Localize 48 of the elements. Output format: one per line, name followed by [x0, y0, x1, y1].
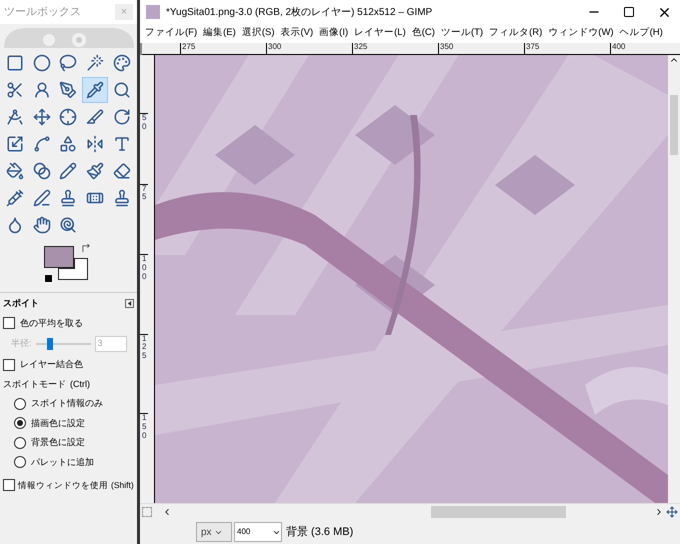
radio-button[interactable]: [14, 436, 26, 449]
menu-item[interactable]: ウィンドウ(W): [548, 26, 614, 41]
checkbox-label: レイヤー結合色: [20, 358, 83, 371]
window-title: *YugSita01.png-3.0 (RGB, 2枚のレイヤー) 512x512 – GIMP: [166, 6, 434, 20]
unit-dropdown[interactable]: px: [196, 522, 232, 542]
slider-label: 半径:: [11, 337, 32, 350]
checkbox[interactable]: [3, 317, 15, 330]
radio-label: パレットに追加: [31, 456, 94, 468]
radio-button[interactable]: [14, 417, 26, 430]
checkbox[interactable]: [3, 479, 15, 492]
menu-item[interactable]: 色(C): [412, 26, 435, 41]
menu-item[interactable]: ツール(T): [440, 26, 484, 41]
swap-arrow-icon[interactable]: [82, 244, 91, 253]
wilber-logo-icon: [4, 26, 134, 48]
radio-button[interactable]: [14, 456, 26, 468]
checkbox-label: 情報ウィンドウを使用: [18, 479, 108, 492]
window-title: ツールボックス: [4, 4, 81, 20]
radio-button[interactable]: [14, 398, 26, 410]
menu-item[interactable]: ヘルプ(H): [620, 26, 663, 41]
scrollbar-thumb[interactable]: [670, 95, 678, 155]
checkbox-label: 色の平均を取る: [20, 316, 83, 330]
default-colors-icon[interactable]: [44, 274, 53, 283]
foreground-color-swatch[interactable]: [44, 246, 74, 268]
eyedropper-icon[interactable]: [82, 77, 108, 103]
scrollbar-thumb[interactable]: [431, 506, 566, 518]
menu-item[interactable]: フィルタ(R): [489, 26, 542, 41]
menu-item[interactable]: 選択(S): [242, 26, 274, 41]
panel-menu-icon[interactable]: [125, 299, 134, 308]
checkbox[interactable]: [3, 358, 15, 371]
status-text: 背景 (3.6 MB): [286, 524, 354, 540]
radio-label: 背景色に設定: [31, 436, 85, 449]
menu-item[interactable]: 編集(E): [203, 26, 236, 41]
shortcut-label: (Ctrl): [70, 378, 90, 391]
menu-item[interactable]: ファイル(F): [145, 26, 198, 41]
background-color-swatch[interactable]: [58, 258, 88, 280]
group-label: スポイトモード: [3, 378, 66, 390]
navigation-icon[interactable]: [666, 506, 678, 518]
maximize-button[interactable]: [623, 6, 635, 18]
radius-slider[interactable]: [36, 338, 91, 350]
zoom-field[interactable]: 400: [234, 522, 282, 542]
shortcut-label: (Shift): [111, 479, 134, 492]
app-icon: [146, 5, 160, 19]
menu-item[interactable]: 表示(V): [280, 26, 314, 41]
menu-item[interactable]: レイヤー(L): [354, 26, 406, 41]
radio-label: 描画色に設定: [31, 416, 85, 430]
menu-item[interactable]: 画像(I): [319, 26, 348, 41]
radio-label: スポイト情報のみ: [31, 397, 103, 410]
panel-title: スポイト: [3, 297, 39, 310]
